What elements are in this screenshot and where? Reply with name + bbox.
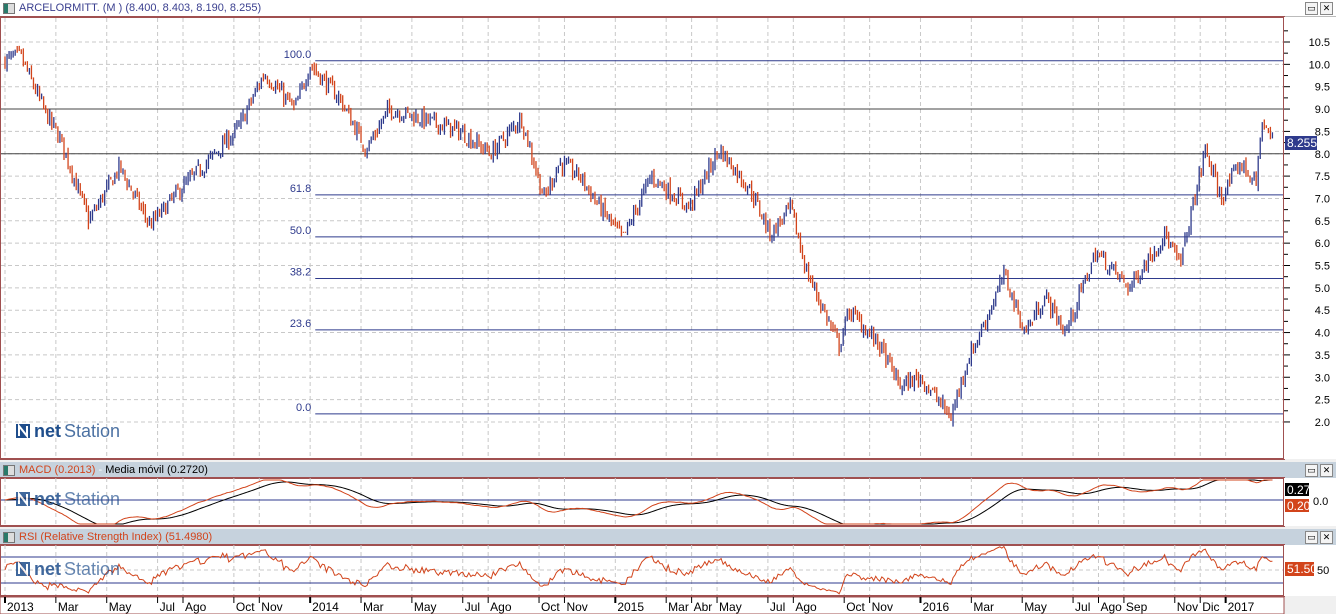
x-tick-label: Nov	[1177, 600, 1198, 614]
y-tick-label: 8.0	[1315, 149, 1330, 161]
x-tick-label: 2015	[617, 600, 644, 614]
y-tick-label: 5.5	[1315, 261, 1330, 273]
last-price-label: 8.255	[1287, 136, 1317, 150]
x-tick-label: Sep	[1126, 600, 1148, 614]
x-tick-label: Ago	[185, 600, 207, 614]
macd-value: 0.20	[1287, 499, 1311, 513]
svg-text:Station: Station	[64, 489, 120, 509]
macd-zero-label: 0.0	[1313, 496, 1328, 508]
x-tick-label: Nov	[566, 600, 587, 614]
y-tick-label: 6.5	[1315, 216, 1330, 228]
svg-text:net: net	[34, 421, 61, 441]
x-tick-label: May	[414, 600, 437, 614]
y-tick-label: 4.0	[1315, 328, 1330, 340]
x-tick-label: May	[1024, 600, 1047, 614]
price-chart[interactable]: 100.0 61.8 50.0 38.2 23.6 0.0 2.0 2.5 3.0 3.5 4.0…	[0, 0, 1336, 614]
rsi-value: 51.50	[1287, 562, 1317, 576]
y-tick-label: 3.0	[1315, 372, 1330, 384]
y-tick-label: 3.5	[1315, 350, 1330, 362]
y-tick-label: 10.5	[1309, 37, 1330, 49]
x-tick-label: Ago	[795, 600, 817, 614]
svg-text:net: net	[34, 559, 61, 579]
x-tick-label: Oct	[236, 600, 255, 614]
x-tick-label: 2016	[922, 600, 949, 614]
x-tick-label: May	[719, 600, 742, 614]
y-tick-label: 6.0	[1315, 238, 1330, 250]
y-tick-label: 7.5	[1315, 171, 1330, 183]
fib-level-label: 50.0	[290, 225, 311, 237]
x-tick-label: 2014	[312, 600, 339, 614]
x-tick-label: Nov	[261, 600, 282, 614]
y-tick-label: 2.5	[1315, 395, 1330, 407]
svg-text:net: net	[34, 489, 61, 509]
y-tick-label: 7.0	[1315, 193, 1330, 205]
rsi-mid-label: 50	[1317, 565, 1329, 577]
x-tick-label: Nov	[872, 600, 893, 614]
signal-value: 0.27	[1287, 483, 1311, 497]
fib-level-label: 61.8	[290, 183, 311, 195]
x-tick-label: Jul	[160, 600, 175, 614]
x-tick-label: Mar	[363, 600, 384, 614]
y-tick-label: 9.0	[1315, 104, 1330, 116]
y-tick-label: 10.0	[1309, 59, 1330, 71]
price-plot-area[interactable]	[0, 16, 1285, 460]
y-tick-label: 5.0	[1315, 283, 1330, 295]
x-tick-label: Jul	[770, 600, 785, 614]
x-tick-label: Ago	[490, 600, 512, 614]
x-tick-label: Jul	[465, 600, 480, 614]
fib-level-label: 38.2	[290, 266, 311, 278]
x-tick-label: Dic	[1202, 600, 1219, 614]
macd-plot-area[interactable]	[0, 477, 1285, 527]
x-tick-label: May	[109, 600, 132, 614]
y-tick-label: 2.0	[1315, 417, 1330, 429]
x-tick-label: Mar	[668, 600, 689, 614]
x-tick-label: Mar	[58, 600, 79, 614]
x-tick-label: Oct	[846, 600, 865, 614]
x-tick-label: Oct	[541, 600, 560, 614]
svg-text:Station: Station	[64, 421, 120, 441]
fib-level-label: 0.0	[296, 402, 311, 414]
fib-level-label: 100.0	[284, 49, 312, 61]
x-tick-label: Jul	[1075, 600, 1090, 614]
x-tick-label: 2017	[1228, 600, 1255, 614]
x-tick-label: Ago	[1100, 600, 1122, 614]
x-tick-label: Mar	[973, 600, 994, 614]
y-tick-label: 4.5	[1315, 305, 1330, 317]
y-tick-label: 9.5	[1315, 82, 1330, 94]
svg-text:Station: Station	[64, 559, 120, 579]
x-tick-label: Abr	[694, 600, 713, 614]
x-tick-label: 2013	[7, 600, 34, 614]
fib-level-label: 23.6	[290, 318, 311, 330]
